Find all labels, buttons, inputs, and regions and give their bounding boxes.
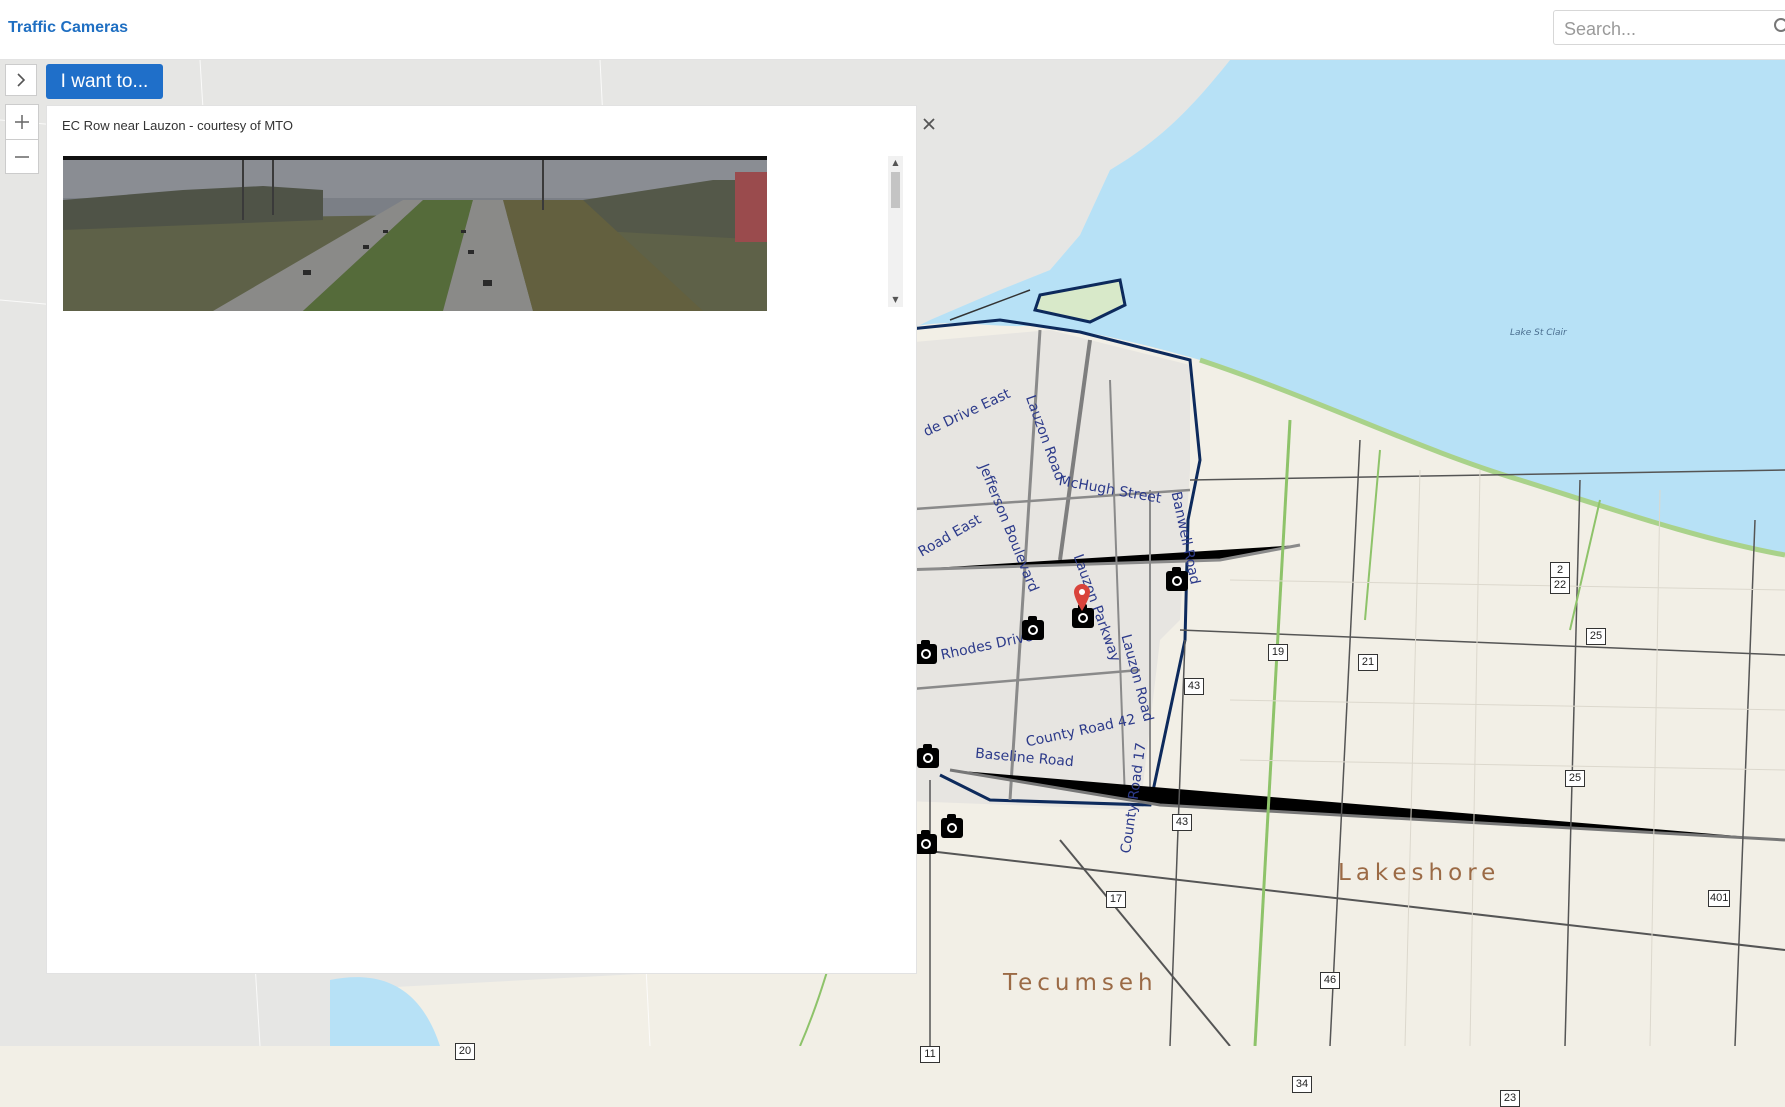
route-shield: 11 <box>920 1046 940 1063</box>
popup-title: EC Row near Lauzon - courtesy of MTO <box>62 118 293 133</box>
search-input[interactable] <box>1562 18 1746 41</box>
camera-marker-icon[interactable] <box>1166 567 1188 591</box>
camera-marker-icon[interactable] <box>915 830 937 854</box>
camera-marker-icon[interactable] <box>915 640 937 664</box>
route-shield: 19 <box>1268 644 1288 661</box>
camera-popup: EC Row near Lauzon - courtesy of MTO ▲ ▼ <box>46 105 935 974</box>
plus-icon <box>15 115 29 129</box>
route-shield: 25 <box>1565 770 1585 787</box>
scroll-up-arrow-icon[interactable]: ▲ <box>888 156 903 170</box>
route-shield: 17 <box>1106 891 1126 908</box>
close-icon[interactable] <box>923 118 935 130</box>
top-bar: Traffic Cameras <box>0 0 1785 60</box>
camera-marker-icon[interactable] <box>1022 616 1044 640</box>
route-shield: 25 <box>1586 628 1606 645</box>
chevron-right-icon <box>17 73 26 87</box>
camera-feed-image <box>63 156 767 311</box>
minus-icon <box>15 156 29 158</box>
zoom-control <box>5 104 39 174</box>
scroll-thumb[interactable] <box>891 172 900 208</box>
route-shield: 23 <box>1500 1090 1520 1107</box>
nav-toggle-button[interactable] <box>5 64 37 96</box>
route-shield: 22 <box>1550 577 1570 594</box>
popup-scrollbar[interactable]: ▲ ▼ <box>888 156 903 307</box>
zoom-out-button[interactable] <box>6 140 38 174</box>
camera-marker-icon[interactable] <box>917 744 939 768</box>
route-shield: 43 <box>1184 678 1204 695</box>
route-shield: 43 <box>1172 814 1192 831</box>
camera-marker-icon[interactable] <box>941 814 963 838</box>
search-icon[interactable] <box>1773 17 1785 35</box>
route-shield: 46 <box>1320 972 1340 989</box>
i-want-to-button[interactable]: I want to... <box>46 64 163 99</box>
app-title[interactable]: Traffic Cameras <box>8 19 128 37</box>
route-shield: 401 <box>1708 890 1731 907</box>
route-shield: 21 <box>1358 654 1378 671</box>
route-shield: 34 <box>1292 1076 1312 1093</box>
search-box[interactable] <box>1553 10 1785 45</box>
camera-feed-picture <box>63 160 767 311</box>
scroll-down-arrow-icon[interactable]: ▼ <box>888 293 903 307</box>
selected-location-marker-icon[interactable] <box>1072 582 1092 612</box>
zoom-in-button[interactable] <box>6 105 38 140</box>
